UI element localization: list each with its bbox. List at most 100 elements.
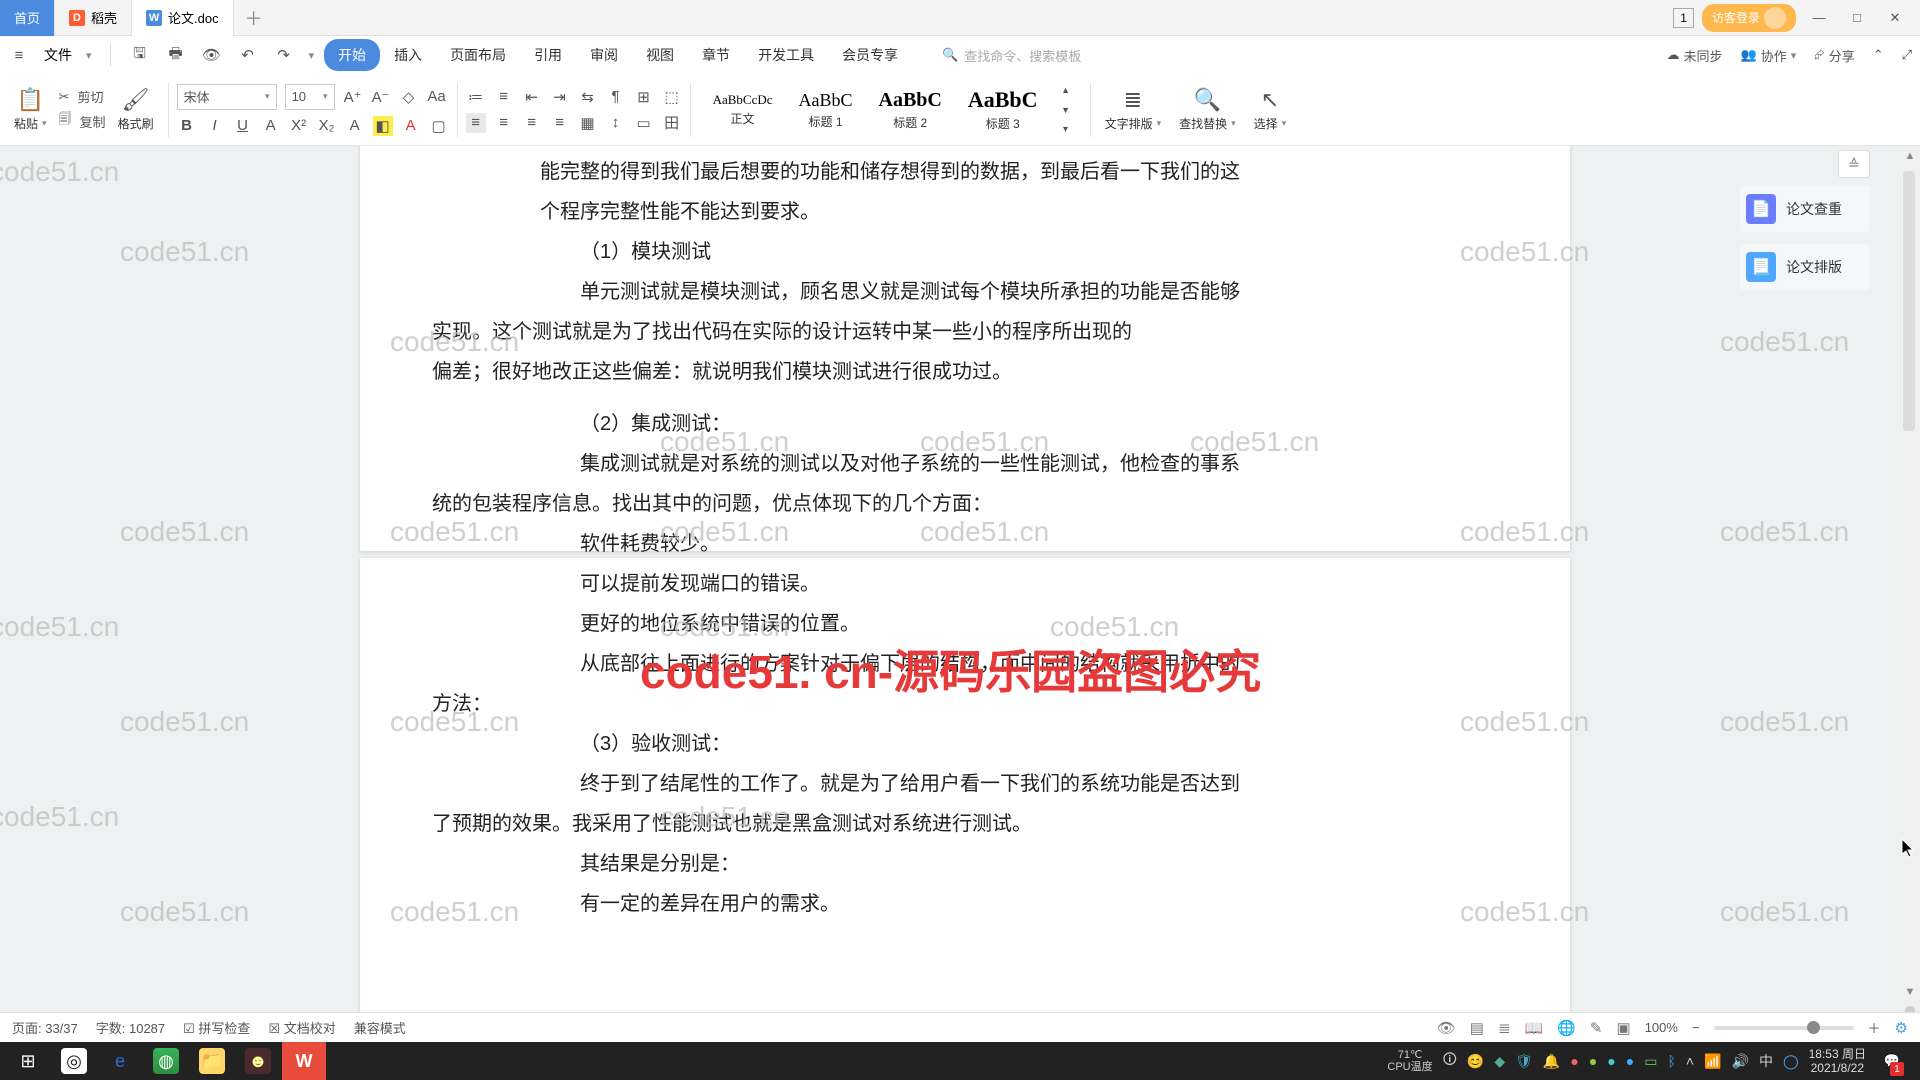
align-center-icon[interactable]: ≡ bbox=[494, 113, 514, 133]
word-count[interactable]: 字数: 10287 bbox=[96, 1018, 165, 1037]
zoom-out-button[interactable]: − bbox=[1692, 1020, 1700, 1035]
scroll-down-icon[interactable]: ▼ bbox=[1900, 982, 1920, 1002]
bullet-list-icon[interactable]: ≔ bbox=[466, 87, 486, 107]
line-spacing-icon[interactable]: ↕ bbox=[606, 113, 626, 133]
settings-icon[interactable]: ⚙ bbox=[1895, 1019, 1908, 1037]
outline-icon[interactable]: ≣ bbox=[1498, 1019, 1511, 1037]
undo-icon[interactable]: ↶ bbox=[237, 44, 259, 66]
tray-icon[interactable]: 🛈 bbox=[1443, 1049, 1457, 1073]
underline-button[interactable]: U bbox=[233, 116, 253, 136]
print-icon[interactable]: 🖶 bbox=[165, 44, 187, 66]
paragraph-mark-icon[interactable]: ¶ bbox=[606, 87, 626, 107]
zoom-slider[interactable] bbox=[1714, 1026, 1854, 1030]
zoom-level[interactable]: 100% bbox=[1645, 1020, 1678, 1035]
tray-icon[interactable]: ● bbox=[1589, 1053, 1597, 1069]
tab-insert[interactable]: 插入 bbox=[380, 39, 436, 71]
taskbar-app-wps[interactable]: W bbox=[282, 1042, 326, 1080]
taskbar-app-ie[interactable]: e bbox=[98, 1042, 142, 1080]
print-layout-icon[interactable]: ▤ bbox=[1470, 1019, 1484, 1037]
menu-file[interactable]: 文件 bbox=[44, 45, 72, 65]
cut-button[interactable]: ✂ 剪切 bbox=[59, 87, 106, 106]
tray-icon[interactable]: ● bbox=[1626, 1053, 1634, 1069]
search-input[interactable]: 查找命令、搜索模板 bbox=[942, 46, 1102, 65]
tab-document[interactable]: W论文.doc bbox=[132, 0, 234, 36]
number-list-icon[interactable]: ≡ bbox=[494, 87, 514, 107]
char-box-button[interactable]: ▢ bbox=[429, 116, 449, 136]
paste-icon[interactable]: 📋 bbox=[17, 87, 44, 113]
text-direction-icon[interactable]: ⇆ bbox=[578, 87, 598, 107]
notification-icon[interactable]: 💬1 bbox=[1876, 1042, 1908, 1080]
tab-reference[interactable]: 引用 bbox=[520, 39, 576, 71]
text-typeset-button[interactable]: ≣文字排版▾ bbox=[1099, 74, 1168, 146]
text-color-button[interactable]: A bbox=[401, 116, 421, 136]
tab-layout[interactable]: 页面布局 bbox=[436, 39, 520, 71]
edit-icon[interactable]: ✎ bbox=[1590, 1019, 1603, 1037]
decrease-indent-icon[interactable]: ⇤ bbox=[522, 87, 542, 107]
taskbar-app-chrome[interactable]: ◍ bbox=[144, 1042, 188, 1080]
font-style-button[interactable]: A bbox=[345, 116, 365, 136]
fullscreen-icon[interactable]: ⤢ bbox=[1902, 47, 1912, 63]
new-tab-button[interactable]: ＋ bbox=[234, 5, 274, 31]
font-grow-icon[interactable]: A⁺ bbox=[343, 87, 363, 107]
taskbar-app-unknown[interactable]: ☻ bbox=[236, 1042, 280, 1080]
paper-check-button[interactable]: 📄论文查重 bbox=[1740, 186, 1870, 232]
style-h3[interactable]: AaBbC标题 3 bbox=[960, 80, 1046, 140]
tray-chevron-icon[interactable]: ˄ bbox=[1686, 1053, 1694, 1069]
align-right-icon[interactable]: ≡ bbox=[522, 113, 542, 133]
web-layout-icon[interactable]: 🌐 bbox=[1557, 1019, 1576, 1037]
tab-home[interactable]: 首页 bbox=[0, 0, 55, 36]
font-size-select[interactable]: 10▾ bbox=[285, 84, 335, 110]
paper-typeset-button[interactable]: 📃论文排版 bbox=[1740, 244, 1870, 290]
guest-login-button[interactable]: 访客登录 bbox=[1702, 4, 1796, 32]
tab-devtools[interactable]: 开发工具 bbox=[744, 39, 828, 71]
spellcheck-toggle[interactable]: ☑ 拼写检查 bbox=[183, 1018, 250, 1037]
vertical-scrollbar[interactable]: ▲ ▼ bbox=[1900, 146, 1920, 1038]
quick-dd-icon[interactable]: ▾ bbox=[309, 49, 315, 62]
tray-shield-icon[interactable]: 🛡 bbox=[1515, 1053, 1533, 1070]
collab-button[interactable]: 👥 协作 ▾ bbox=[1741, 46, 1797, 65]
share-button[interactable]: ⮳ 分享 bbox=[1814, 46, 1854, 65]
tray-icon[interactable]: ● bbox=[1570, 1053, 1578, 1069]
hamburger-icon[interactable]: ≡ bbox=[8, 44, 30, 66]
style-body[interactable]: AaBbCcDc正文 bbox=[705, 80, 781, 140]
highlight-button[interactable]: ◧ bbox=[373, 116, 393, 136]
redo-icon[interactable]: ↷ bbox=[273, 44, 295, 66]
clock[interactable]: 18:53 周日2021/8/22 bbox=[1809, 1047, 1866, 1075]
select-button[interactable]: ↖选择▾ bbox=[1248, 74, 1293, 146]
shading-icon[interactable]: ▭ bbox=[634, 113, 654, 133]
wifi-icon[interactable]: 📶 bbox=[1704, 1053, 1721, 1070]
scroll-track[interactable] bbox=[1900, 166, 1920, 982]
change-case-icon[interactable]: Aa bbox=[427, 87, 447, 107]
page-count[interactable]: 页面: 33/37 bbox=[12, 1018, 78, 1037]
document-area[interactable]: 能完整的得到我们最后想要的功能和储存想得到的数据，到最后看一下我们的这 个程序完… bbox=[0, 146, 1900, 1038]
format-painter-group[interactable]: 🖌 格式刷 bbox=[112, 74, 160, 146]
font-color-button[interactable]: A bbox=[261, 116, 281, 136]
style-h2[interactable]: AaBbC标题 2 bbox=[871, 80, 950, 140]
tray-icon[interactable]: ● bbox=[1607, 1053, 1615, 1069]
sidepanel-toggle[interactable]: ≙ bbox=[1838, 150, 1870, 178]
superscript-button[interactable]: X² bbox=[289, 116, 309, 136]
ime-icon[interactable]: 中 bbox=[1759, 1051, 1773, 1071]
paste-label[interactable]: 粘贴▾ bbox=[14, 115, 47, 132]
zoom-in-button[interactable]: ＋ bbox=[1868, 1018, 1881, 1037]
subscript-button[interactable]: X₂ bbox=[317, 116, 337, 136]
styles-more-icon[interactable]: ▾ bbox=[1056, 120, 1076, 140]
increase-indent-icon[interactable]: ⇥ bbox=[550, 87, 570, 107]
scroll-up-icon[interactable]: ▲ bbox=[1900, 146, 1920, 166]
page-indicator[interactable]: 1 bbox=[1673, 8, 1694, 28]
tray-icon[interactable]: ▭ bbox=[1644, 1053, 1657, 1070]
taskbar-app-explorer[interactable]: 📁 bbox=[190, 1042, 234, 1080]
styles-scroll-down-icon[interactable]: ▼ bbox=[1056, 100, 1076, 120]
reading-icon[interactable]: 📖 bbox=[1525, 1019, 1544, 1037]
tray-icon[interactable]: 😊 bbox=[1467, 1053, 1484, 1070]
taskbar-app-obs[interactable]: ◎ bbox=[52, 1042, 96, 1080]
show-marks-icon[interactable]: ⬚ bbox=[662, 87, 682, 107]
tray-q-icon[interactable]: ◯ bbox=[1783, 1053, 1799, 1070]
font-shrink-icon[interactable]: A⁻ bbox=[371, 87, 391, 107]
tab-vip[interactable]: 会员专享 bbox=[828, 39, 912, 71]
print-preview-icon[interactable]: 👁 bbox=[201, 44, 223, 66]
tray-icon[interactable]: ◆ bbox=[1494, 1053, 1505, 1070]
scroll-thumb[interactable] bbox=[1903, 171, 1915, 431]
tab-review[interactable]: 审阅 bbox=[576, 39, 632, 71]
clear-format-icon[interactable]: ◇ bbox=[399, 87, 419, 107]
